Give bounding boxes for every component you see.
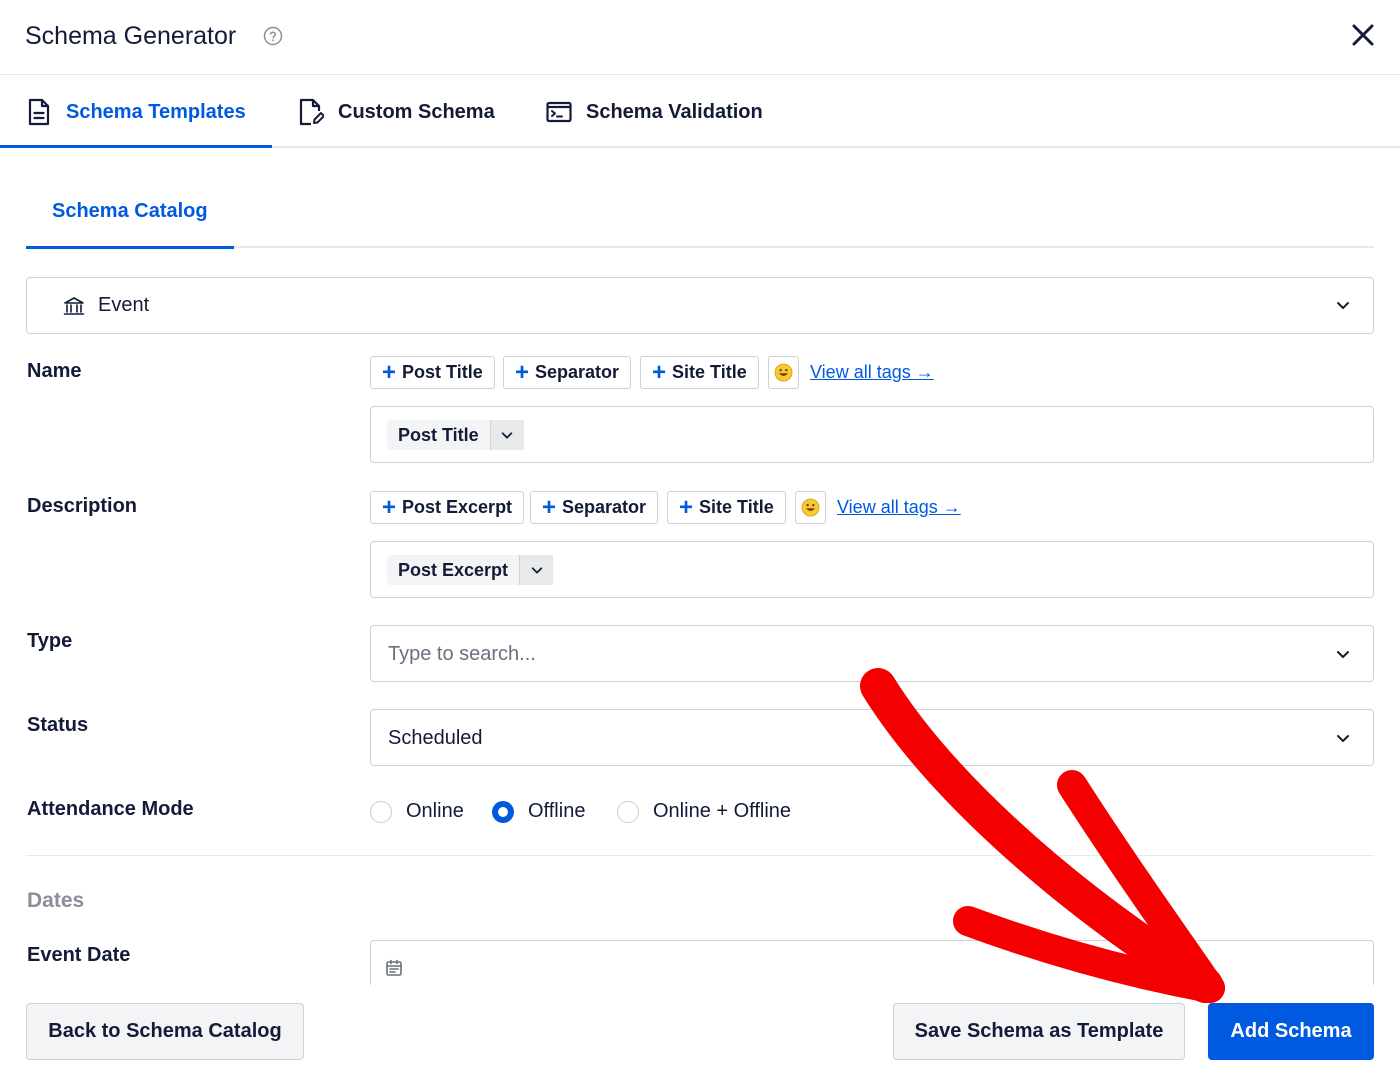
add-site-title-tag-button[interactable]: + Site Title bbox=[667, 491, 786, 524]
calendar-icon bbox=[386, 959, 402, 976]
description-label: Description bbox=[27, 495, 138, 517]
tab-label: Custom Schema bbox=[338, 100, 495, 123]
plus-icon: + bbox=[652, 358, 667, 386]
event-date-label: Event Date bbox=[27, 944, 131, 966]
radio-circle bbox=[370, 800, 392, 823]
status-select[interactable]: Scheduled bbox=[370, 709, 1374, 766]
schema-type-value: Event bbox=[98, 294, 150, 316]
type-select[interactable]: Type to search... bbox=[370, 625, 1374, 682]
modal-title: Schema Generator bbox=[25, 22, 237, 50]
type-placeholder: Type to search... bbox=[388, 643, 536, 665]
radio-circle bbox=[617, 800, 639, 823]
chevron-down-icon bbox=[531, 567, 542, 574]
plus-icon: + bbox=[382, 358, 397, 386]
tag-label: Separator bbox=[562, 497, 647, 517]
chevron-down-icon bbox=[501, 432, 513, 439]
token-dropdown-button[interactable] bbox=[489, 420, 524, 450]
plus-icon: + bbox=[515, 358, 530, 386]
post-excerpt-token[interactable]: Post Excerpt bbox=[387, 555, 554, 585]
plus-icon: + bbox=[382, 493, 397, 521]
document-edit-icon bbox=[299, 98, 324, 126]
plus-icon: + bbox=[679, 493, 694, 521]
question-circle-icon[interactable] bbox=[263, 26, 283, 46]
radio-label: Online bbox=[406, 800, 464, 822]
tab-custom-schema[interactable]: Custom Schema bbox=[298, 76, 495, 148]
smiley-emoji-icon bbox=[774, 363, 793, 382]
add-post-title-tag-button[interactable]: + Post Title bbox=[370, 356, 495, 389]
view-all-tags-link[interactable]: View all tags → bbox=[837, 497, 961, 518]
token-label: Post Title bbox=[398, 424, 479, 445]
tag-label: Site Title bbox=[672, 362, 747, 382]
chevron-down-icon bbox=[1337, 735, 1349, 742]
tab-label: Schema Validation bbox=[586, 100, 763, 123]
radio-label: Online + Offline bbox=[653, 800, 792, 822]
add-separator-tag-button[interactable]: + Separator bbox=[530, 491, 659, 524]
plus-icon: + bbox=[542, 493, 557, 521]
add-separator-tag-button[interactable]: + Separator bbox=[503, 356, 632, 389]
token-dropdown-button[interactable] bbox=[519, 555, 554, 585]
radio-label: Offline bbox=[528, 800, 586, 822]
emoji-picker-button[interactable] bbox=[795, 491, 826, 524]
schema-type-select[interactable]: Event bbox=[26, 277, 1374, 334]
close-icon[interactable] bbox=[1350, 22, 1376, 48]
chevron-down-icon bbox=[1337, 302, 1349, 309]
type-label: Type bbox=[27, 630, 73, 652]
section-divider bbox=[26, 855, 1374, 856]
attendance-online-offline-radio[interactable]: Online + Offline bbox=[617, 800, 791, 823]
modal-footer: Back to Schema Catalog Save Schema as Te… bbox=[0, 985, 1400, 1085]
attendance-offline-radio[interactable]: Offline bbox=[492, 800, 585, 823]
name-field[interactable]: Post Title bbox=[370, 406, 1374, 463]
tag-label: Post Title bbox=[402, 362, 483, 382]
save-schema-as-template-button[interactable]: Save Schema as Template bbox=[893, 1003, 1185, 1060]
radio-circle-selected bbox=[492, 800, 514, 823]
main-tabs: Schema Templates Custom Schema Schema Va… bbox=[0, 76, 1400, 148]
name-label: Name bbox=[27, 360, 82, 382]
emoji-picker-button[interactable] bbox=[768, 356, 799, 389]
back-to-schema-catalog-button[interactable]: Back to Schema Catalog bbox=[26, 1003, 304, 1060]
tab-schema-validation[interactable]: Schema Validation bbox=[546, 76, 763, 148]
status-value: Scheduled bbox=[388, 727, 483, 749]
sub-tabs: Schema Catalog bbox=[26, 178, 1374, 248]
add-schema-button[interactable]: Add Schema bbox=[1208, 1003, 1374, 1060]
post-title-token[interactable]: Post Title bbox=[387, 420, 524, 450]
add-post-excerpt-tag-button[interactable]: + Post Excerpt bbox=[370, 491, 525, 524]
terminal-icon bbox=[546, 101, 572, 123]
subtab-schema-catalog[interactable]: Schema Catalog bbox=[52, 200, 208, 223]
active-subtab-indicator bbox=[26, 246, 234, 249]
event-date-field[interactable] bbox=[370, 940, 1374, 990]
tag-label: Separator bbox=[535, 362, 620, 382]
view-all-tags-link[interactable]: View all tags → bbox=[810, 362, 934, 383]
chevron-down-icon bbox=[1337, 651, 1349, 658]
building-icon bbox=[63, 297, 85, 315]
tab-label: Schema Templates bbox=[66, 100, 246, 123]
attendance-mode-label: Attendance Mode bbox=[27, 798, 194, 820]
attendance-online-radio[interactable]: Online bbox=[370, 800, 464, 823]
modal-header: Schema Generator bbox=[0, 0, 1400, 75]
add-site-title-tag-button[interactable]: + Site Title bbox=[640, 356, 759, 389]
document-icon bbox=[28, 98, 50, 126]
token-label: Post Excerpt bbox=[398, 559, 509, 580]
status-label: Status bbox=[27, 714, 89, 736]
description-field[interactable]: Post Excerpt bbox=[370, 541, 1374, 598]
tag-label: Post Excerpt bbox=[402, 497, 513, 517]
tab-schema-templates[interactable]: Schema Templates bbox=[26, 76, 246, 148]
smiley-emoji-icon bbox=[801, 498, 820, 517]
tag-label: Site Title bbox=[699, 497, 774, 517]
dates-section-title: Dates bbox=[27, 889, 85, 912]
active-tab-indicator bbox=[0, 145, 272, 148]
